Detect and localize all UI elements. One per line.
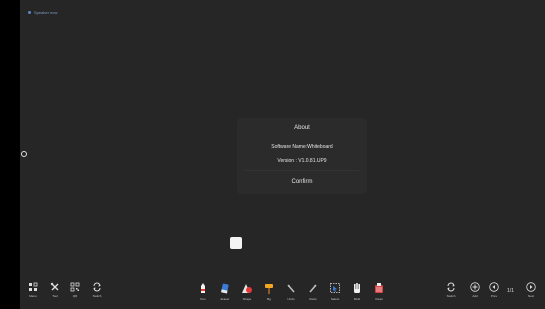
tool-label: Tool (52, 294, 58, 298)
dialog-divider (245, 170, 359, 171)
eraser-label: Eraser (220, 297, 230, 301)
redo-label: Redo (309, 297, 317, 301)
prev-page-label: Prev (490, 294, 498, 298)
side-drawer-handle-icon[interactable] (21, 151, 27, 157)
tools-icon (50, 282, 59, 291)
pen-button[interactable]: Pen (192, 282, 214, 301)
dialog-title: About (294, 125, 310, 131)
pen-label: Pen (200, 297, 206, 301)
switch-icon (93, 282, 101, 292)
eraser-icon (221, 283, 229, 294)
clean-icon (375, 283, 383, 293)
qr-button[interactable]: QR (64, 282, 86, 298)
shape-icon (242, 284, 252, 293)
qr-code-icon (70, 282, 80, 292)
status-dot-icon (28, 11, 31, 14)
background-label: Bg (267, 297, 271, 301)
clean-button[interactable]: Clean (368, 282, 390, 301)
next-page-label: Next (527, 294, 535, 298)
menu-icon (29, 282, 38, 291)
menu-button[interactable]: Menu (22, 282, 44, 298)
multi-touch-label: Multi (353, 297, 361, 301)
eraser-button[interactable]: Eraser (214, 282, 236, 301)
paint-bucket-icon (265, 284, 273, 294)
redo-button[interactable]: Redo (302, 282, 324, 301)
switch-button-right[interactable]: Switch (440, 282, 462, 298)
switch-label-right: Switch (446, 294, 456, 298)
select-label: Select (330, 297, 340, 301)
whiteboard-canvas[interactable]: Speaker now About Software Name:Whiteboa… (20, 0, 545, 309)
prev-page-icon (489, 282, 499, 292)
multi-touch-icon (354, 283, 360, 293)
bottom-toolbar: Menu Tool QR Switch Pen Eraser Shape Bg … (20, 278, 545, 309)
clean-label: Clean (375, 297, 383, 301)
undo-icon (287, 284, 295, 293)
select-button[interactable]: Select (324, 282, 346, 301)
background-button[interactable]: Bg (258, 282, 280, 301)
multi-touch-button[interactable]: Multi (346, 282, 368, 301)
qr-label: QR (72, 294, 78, 298)
undo-button[interactable]: Undo (280, 282, 302, 301)
tool-button[interactable]: Tool (44, 282, 66, 298)
switch-label-left: Switch (92, 294, 102, 298)
page-indicator: 1/1 (507, 288, 514, 294)
status-label: Speaker now (34, 10, 58, 15)
floating-ball-icon[interactable] (230, 237, 242, 249)
prev-page-button[interactable]: Prev (483, 282, 505, 298)
switch-button-left[interactable]: Switch (86, 282, 108, 298)
undo-label: Undo (287, 297, 295, 301)
select-icon (330, 283, 340, 293)
shape-button[interactable]: Shape (236, 282, 258, 301)
about-dialog: About Software Name:Whiteboard Version :… (237, 118, 367, 194)
shape-label: Shape (242, 297, 252, 301)
next-page-button[interactable]: Next (520, 282, 542, 298)
pen-icon (201, 283, 205, 293)
version-text: Version : V1.0.81.UP9 (277, 158, 327, 164)
menu-label: Menu (29, 294, 37, 298)
software-name-text: Software Name:Whiteboard (271, 144, 333, 150)
switch-icon (447, 282, 455, 292)
redo-icon (309, 284, 317, 293)
add-page-icon (470, 282, 480, 292)
next-page-icon (526, 282, 536, 292)
status-indicator: Speaker now (28, 10, 57, 15)
confirm-button[interactable]: Confirm (237, 173, 367, 191)
